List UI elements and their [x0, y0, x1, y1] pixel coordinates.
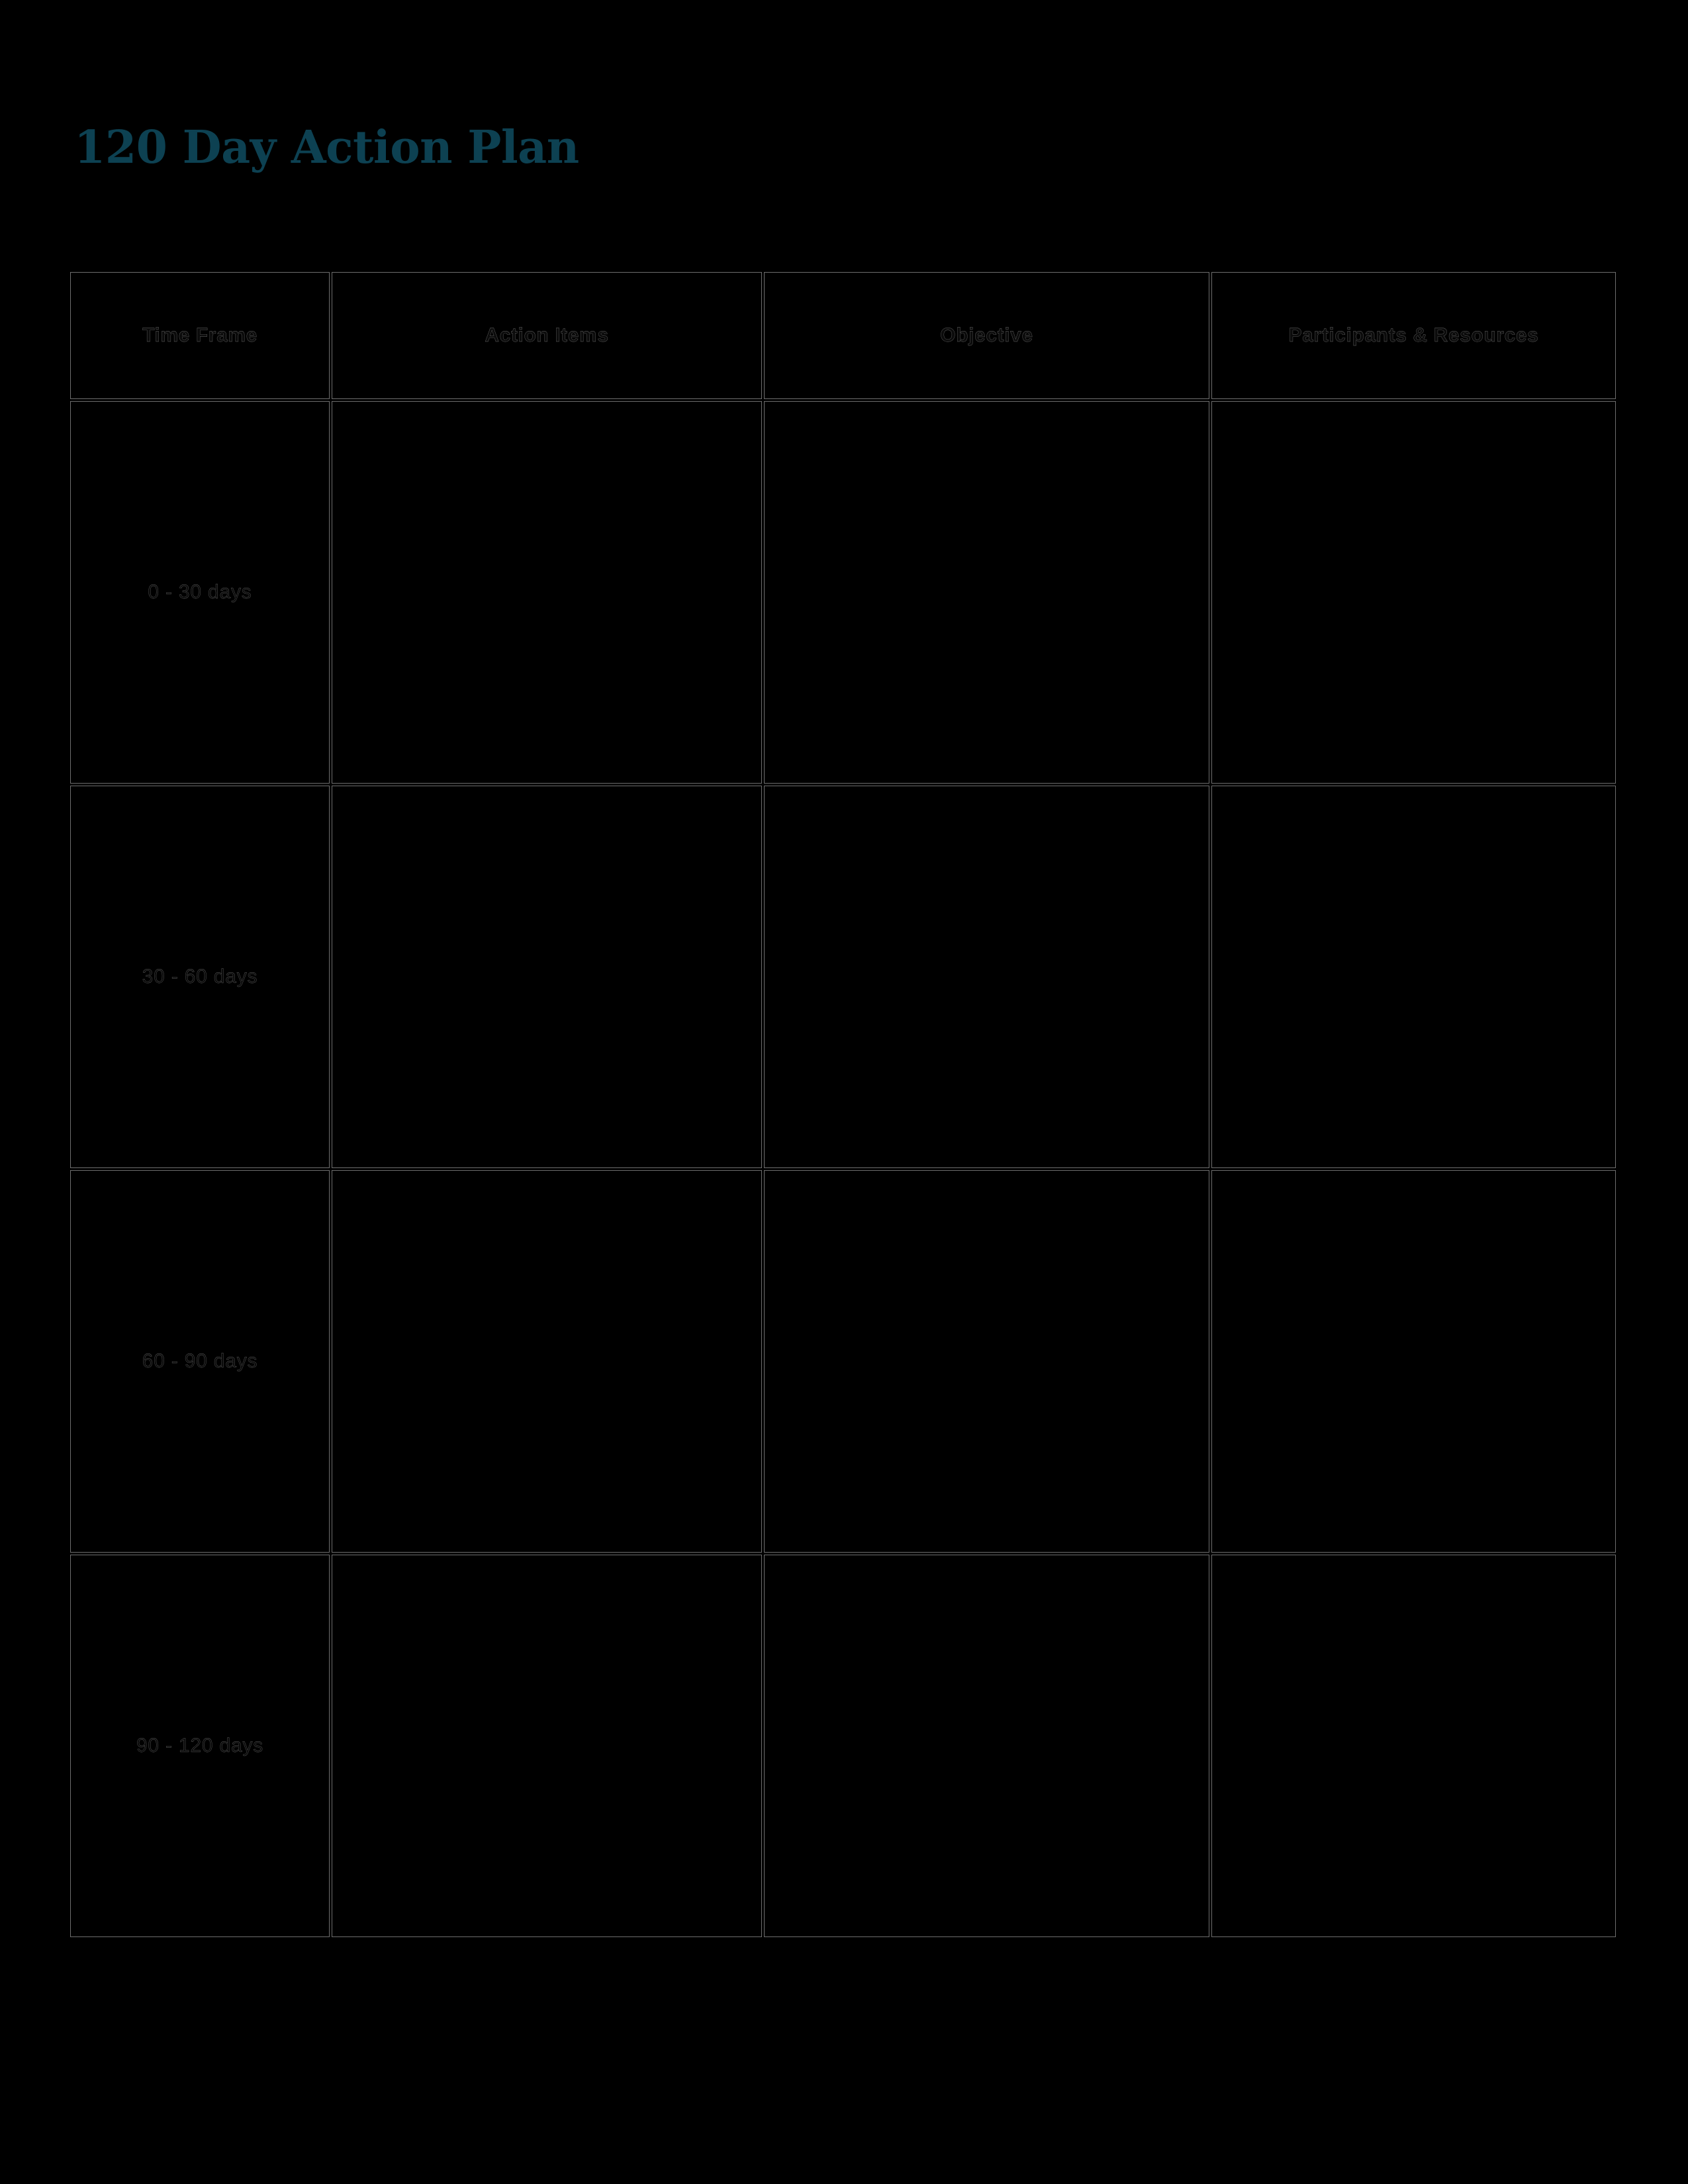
table-row: 90 - 120 days [70, 1555, 1616, 1937]
table-header-row: Time Frame Action Items Objective Partic… [70, 272, 1616, 399]
column-header-participants-resources-label: Participants & Resources [1288, 324, 1539, 346]
time-frame-cell: 30 - 60 days [70, 786, 330, 1168]
objective-cell[interactable] [764, 786, 1209, 1168]
participants-resources-cell[interactable] [1211, 401, 1616, 784]
time-frame-cell: 0 - 30 days [70, 401, 330, 784]
time-frame-label: 60 - 90 days [142, 1350, 258, 1372]
objective-entry[interactable] [765, 1555, 1209, 1936]
action-items-cell[interactable] [332, 1555, 762, 1937]
objective-entry[interactable] [765, 1171, 1209, 1552]
objective-entry[interactable] [765, 402, 1209, 783]
table-row: 30 - 60 days [70, 786, 1616, 1168]
column-header-action-items: Action Items [332, 272, 762, 399]
participants-resources-entry[interactable] [1212, 402, 1615, 783]
table-header: Time Frame Action Items Objective Partic… [70, 272, 1616, 399]
participants-resources-entry[interactable] [1212, 1171, 1615, 1552]
objective-cell[interactable] [764, 401, 1209, 784]
time-frame-label: 90 - 120 days [136, 1735, 264, 1756]
action-items-cell[interactable] [332, 401, 762, 784]
objective-cell[interactable] [764, 1170, 1209, 1553]
page-title: 120 Day Action Plan [74, 121, 579, 174]
action-items-cell[interactable] [332, 1170, 762, 1553]
action-plan-table: Time Frame Action Items Objective Partic… [68, 270, 1618, 1939]
time-frame-cell: 90 - 120 days [70, 1555, 330, 1937]
page-canvas: 120 Day Action Plan Time Frame Action It… [0, 0, 1688, 2184]
column-header-time-frame-label: Time Frame [142, 324, 258, 346]
action-items-entry[interactable] [332, 786, 761, 1167]
time-frame-cell: 60 - 90 days [70, 1170, 330, 1553]
action-items-cell[interactable] [332, 786, 762, 1168]
participants-resources-cell[interactable] [1211, 786, 1616, 1168]
objective-entry[interactable] [765, 786, 1209, 1167]
participants-resources-entry[interactable] [1212, 786, 1615, 1167]
time-frame-label: 30 - 60 days [142, 966, 258, 987]
column-header-time-frame: Time Frame [70, 272, 330, 399]
participants-resources-cell[interactable] [1211, 1555, 1616, 1937]
column-header-action-items-label: Action Items [485, 324, 609, 346]
table-row: 60 - 90 days [70, 1170, 1616, 1553]
objective-cell[interactable] [764, 1555, 1209, 1937]
participants-resources-cell[interactable] [1211, 1170, 1616, 1553]
action-items-entry[interactable] [332, 1555, 761, 1936]
column-header-objective: Objective [764, 272, 1209, 399]
table-body: 0 - 30 days 30 - 60 days 60 - 90 days 90… [70, 401, 1616, 1937]
action-items-entry[interactable] [332, 402, 761, 783]
column-header-objective-label: Objective [940, 324, 1033, 346]
column-header-participants-resources: Participants & Resources [1211, 272, 1616, 399]
table-row: 0 - 30 days [70, 401, 1616, 784]
action-items-entry[interactable] [332, 1171, 761, 1552]
time-frame-label: 0 - 30 days [148, 581, 252, 603]
participants-resources-entry[interactable] [1212, 1555, 1615, 1936]
